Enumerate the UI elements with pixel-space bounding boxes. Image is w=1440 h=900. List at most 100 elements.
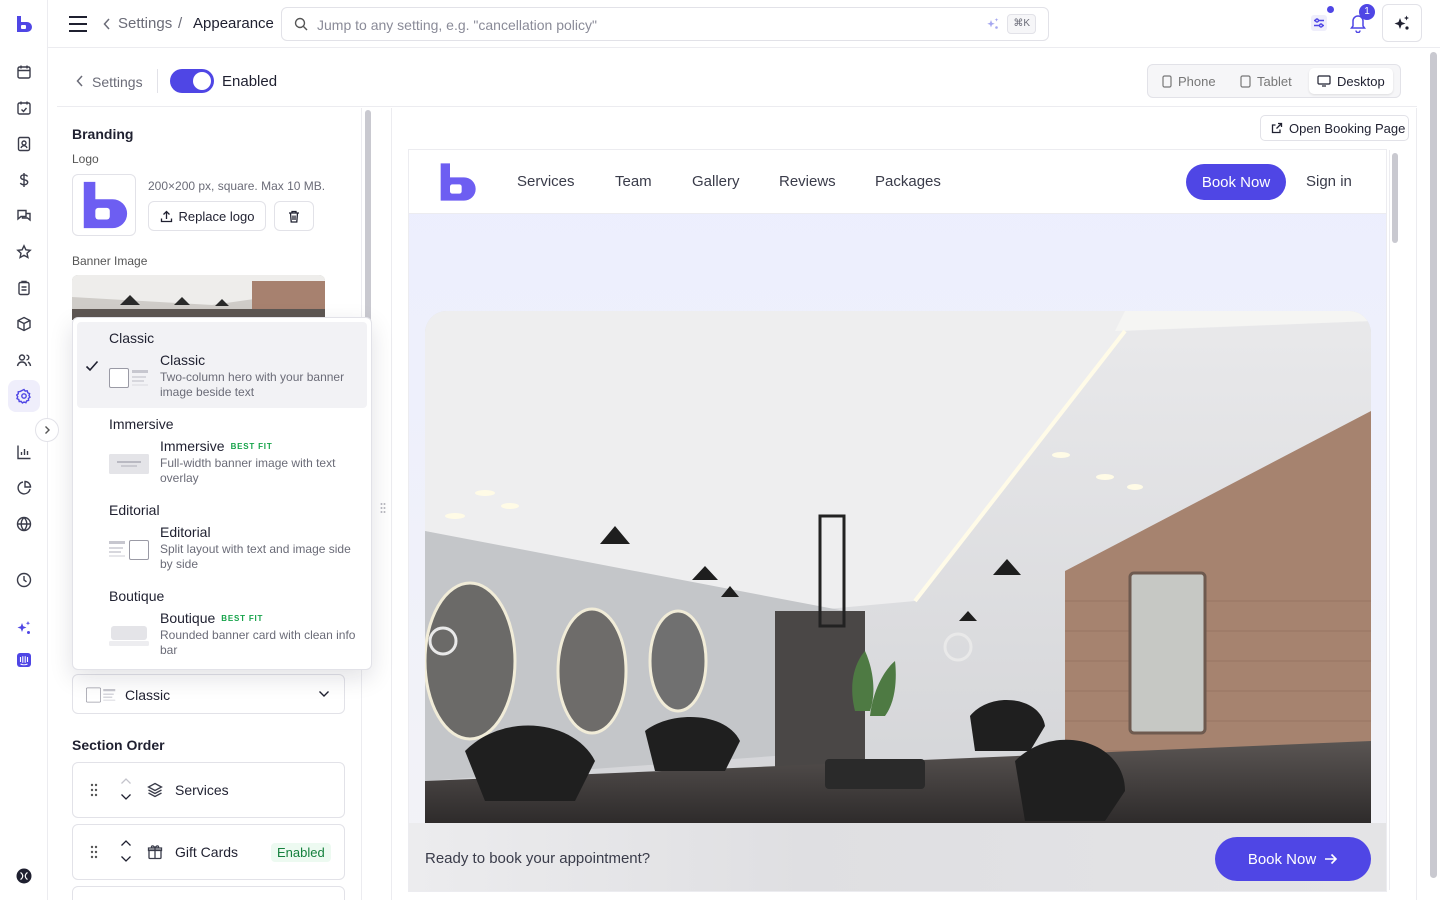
pie-chart-icon[interactable] xyxy=(12,476,36,500)
editorial-thumbnail-icon xyxy=(109,540,149,560)
option-description: Full-width banner image with text overla… xyxy=(160,456,336,485)
device-desktop-button[interactable]: Desktop xyxy=(1309,68,1393,94)
device-phone-label: Phone xyxy=(1178,73,1216,89)
dollar-icon[interactable] xyxy=(12,168,36,192)
layout-select[interactable]: Classic xyxy=(72,674,345,714)
open-booking-page-button[interactable]: Open Booking Page xyxy=(1260,115,1409,141)
logo-label: Logo xyxy=(72,152,99,166)
banner-thumbnail[interactable] xyxy=(72,275,325,320)
ai-search-icon[interactable] xyxy=(986,17,1000,31)
editor-toolbar: Settings Enabled Phone Tablet Desktop xyxy=(57,55,1417,107)
breadcrumb-settings[interactable]: Settings xyxy=(118,15,172,32)
sign-in-link[interactable]: Sign in xyxy=(1306,173,1352,190)
drag-handle-icon[interactable] xyxy=(90,783,98,797)
section-order-item[interactable]: Services xyxy=(72,762,345,818)
settings-icon[interactable] xyxy=(8,380,40,412)
back-settings-link[interactable]: Settings xyxy=(92,74,143,90)
package-icon[interactable] xyxy=(12,312,36,336)
upload-icon xyxy=(160,210,172,222)
layout-dropdown-menu: Classic Classic Two-column hero with you… xyxy=(72,317,372,670)
ai-assistant-button[interactable] xyxy=(1382,4,1422,42)
resize-handle-icon[interactable] xyxy=(380,502,386,514)
option-title-text: Immersive xyxy=(160,438,225,454)
device-switcher: Phone Tablet Desktop xyxy=(1147,64,1401,98)
calendar-icon[interactable] xyxy=(12,60,36,84)
option-title: Immersive BEST FIT xyxy=(160,438,273,454)
group-editorial: Editorial xyxy=(109,502,160,518)
move-up-icon[interactable] xyxy=(120,839,132,847)
section-order-title: Section Order xyxy=(72,737,165,753)
search-placeholder: Jump to any setting, e.g. "cancellation … xyxy=(317,17,597,33)
clipboard-icon[interactable] xyxy=(12,276,36,300)
enabled-toggle[interactable] xyxy=(170,69,214,93)
nav-link-gallery[interactable]: Gallery xyxy=(692,173,740,190)
device-phone-button[interactable]: Phone xyxy=(1154,68,1224,94)
brand-logo-icon[interactable] xyxy=(12,12,36,36)
gift-icon xyxy=(147,845,163,860)
move-down-icon[interactable] xyxy=(120,855,132,863)
contacts-icon[interactable] xyxy=(12,132,36,156)
book-now-cta-button[interactable]: Book Now xyxy=(1215,837,1371,881)
group-classic: Classic xyxy=(109,330,155,346)
section-order-item[interactable]: Gift Cards Enabled xyxy=(72,824,345,880)
device-desktop-label: Desktop xyxy=(1337,73,1385,89)
ai-sparkle-icon[interactable] xyxy=(12,616,36,640)
move-up-icon[interactable] xyxy=(120,777,132,785)
star-icon[interactable] xyxy=(12,240,36,264)
calendar-check-icon[interactable] xyxy=(12,96,36,120)
hero-banner-image xyxy=(425,311,1371,823)
option-description: Split layout with text and image side by… xyxy=(160,542,351,571)
salon-photo xyxy=(425,311,1371,823)
expand-rail-button[interactable] xyxy=(35,418,59,442)
clock-icon[interactable] xyxy=(12,568,36,592)
section-order-item[interactable] xyxy=(72,886,345,900)
enabled-badge: Enabled xyxy=(271,843,331,862)
best-fit-badge: BEST FIT xyxy=(221,614,264,623)
shortcut-hint: ⌘K xyxy=(1007,14,1036,34)
booking-page-preview: Services Team Gallery Reviews Packages B… xyxy=(408,149,1387,892)
layout-option-editorial[interactable]: Editorial Editorial Split layout with te… xyxy=(77,494,367,580)
book-now-cta-label: Book Now xyxy=(1247,850,1317,868)
nav-link-team[interactable]: Team xyxy=(615,173,652,190)
nav-link-reviews[interactable]: Reviews xyxy=(779,173,836,190)
bar-chart-icon[interactable] xyxy=(12,440,36,464)
layout-option-boutique[interactable]: Boutique Boutique BEST FIT Rounded banner… xyxy=(77,580,367,666)
classic-thumbnail-icon xyxy=(109,368,148,388)
open-booking-page-label: Open Booking Page xyxy=(1289,120,1406,136)
book-now-nav-button[interactable]: Book Now xyxy=(1186,164,1286,200)
help-icon[interactable] xyxy=(12,864,36,888)
back-chevron-icon[interactable] xyxy=(76,75,84,87)
search-icon xyxy=(294,17,308,31)
boutique-thumbnail-icon xyxy=(109,626,149,646)
preview-scrollbar[interactable] xyxy=(1389,150,1399,890)
filters-icon[interactable] xyxy=(1310,6,1334,32)
chevron-down-icon xyxy=(319,691,329,697)
layers-icon xyxy=(147,782,163,798)
layout-option-immersive[interactable]: Immersive Immersive BEST FIT Full-width b… xyxy=(77,408,367,494)
menu-icon[interactable] xyxy=(68,15,88,33)
move-down-icon[interactable] xyxy=(120,793,132,801)
site-nav: Services Team Gallery Reviews Packages B… xyxy=(409,150,1386,214)
settings-search[interactable]: Jump to any setting, e.g. "cancellation … xyxy=(281,7,1049,41)
branding-title: Branding xyxy=(72,126,134,142)
nav-link-services[interactable]: Services xyxy=(517,173,575,190)
drag-handle-icon[interactable] xyxy=(90,845,98,859)
delete-logo-button[interactable] xyxy=(274,201,314,231)
nav-link-packages[interactable]: Packages xyxy=(875,173,941,190)
globe-icon[interactable] xyxy=(12,512,36,536)
intercom-icon[interactable] xyxy=(12,648,36,672)
messages-icon[interactable] xyxy=(12,204,36,228)
banner-label: Banner Image xyxy=(72,254,148,268)
team-icon[interactable] xyxy=(12,348,36,372)
layout-option-classic[interactable]: Classic Classic Two-column hero with you… xyxy=(77,322,367,408)
best-fit-badge: BEST FIT xyxy=(230,442,273,451)
chevron-left-icon[interactable] xyxy=(103,18,111,30)
divider xyxy=(157,69,158,93)
external-link-icon xyxy=(1271,122,1283,134)
window-scrollbar[interactable] xyxy=(1428,50,1440,900)
device-tablet-button[interactable]: Tablet xyxy=(1232,68,1300,94)
replace-logo-button[interactable]: Replace logo xyxy=(148,201,266,231)
phone-icon xyxy=(1162,74,1172,88)
site-logo-icon[interactable] xyxy=(436,161,478,203)
bell-icon[interactable]: 1 xyxy=(1349,4,1375,33)
